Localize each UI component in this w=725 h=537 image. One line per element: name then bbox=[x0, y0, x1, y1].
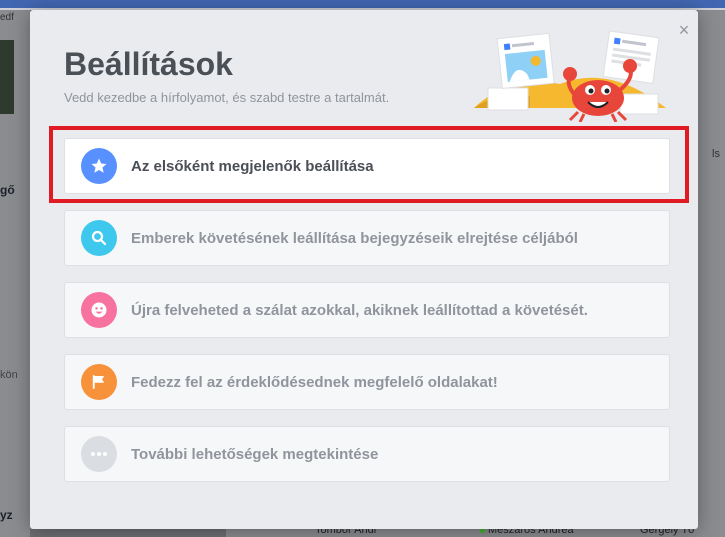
background-fragment: kön bbox=[0, 369, 18, 381]
option-label: Emberek követésének leállítása bejegyzés… bbox=[131, 229, 578, 247]
option-discover-pages[interactable]: Fedezz fel az érdeklődésednek megfelelő … bbox=[64, 354, 670, 410]
option-unfollow[interactable]: Emberek követésének leállítása bejegyzés… bbox=[64, 210, 670, 266]
highlight-box bbox=[49, 126, 689, 203]
dialog-subtitle: Vedd kezedbe a hírfolyamot, és szabd tes… bbox=[64, 90, 390, 105]
option-label: Újra felveheted a szálat azokkal, akikne… bbox=[131, 301, 588, 319]
background-fragment: edf bbox=[0, 12, 14, 23]
option-reconnect[interactable]: Újra felveheted a szálat azokkal, akikne… bbox=[64, 282, 670, 338]
background-fragment: gő bbox=[0, 183, 15, 197]
background-right-column bbox=[698, 10, 725, 537]
more-icon bbox=[81, 436, 117, 472]
option-label: Fedezz fel az érdeklődésednek megfelelő … bbox=[131, 373, 498, 391]
background-image-thumb bbox=[0, 40, 14, 114]
background-fragment: yz bbox=[0, 508, 13, 522]
background-fragment: ls bbox=[712, 148, 720, 160]
background-top-bar bbox=[0, 0, 725, 8]
flag-icon bbox=[81, 364, 117, 400]
option-label: További lehetőségek megtekintése bbox=[131, 445, 379, 463]
dialog-title: Beállítások bbox=[64, 46, 233, 82]
close-icon[interactable]: × bbox=[676, 21, 692, 39]
option-more[interactable]: További lehetőségek megtekintése bbox=[64, 426, 670, 482]
crab-illustration bbox=[474, 30, 666, 122]
news-feed-preferences-dialog: × Beállítások Vedd kezedbe a hírfolyamot… bbox=[30, 10, 698, 529]
search-icon bbox=[81, 220, 117, 256]
smiley-icon bbox=[81, 292, 117, 328]
